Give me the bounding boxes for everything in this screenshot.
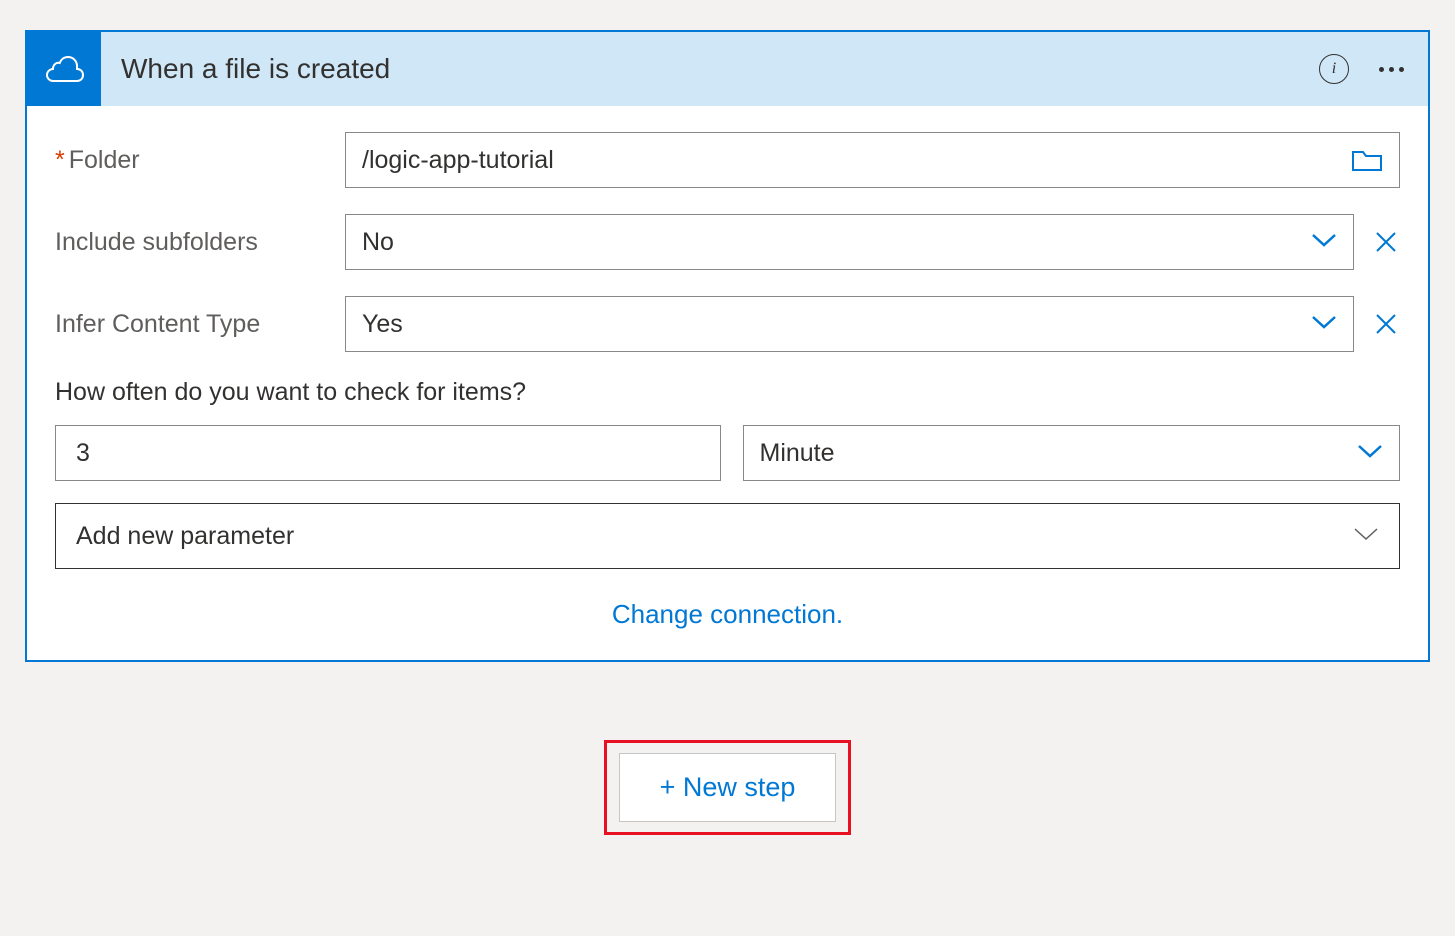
change-connection-link[interactable]: Change connection. [612, 599, 843, 629]
infer-content-type-value: Yes [362, 310, 403, 339]
folder-input[interactable] [362, 146, 1351, 175]
include-subfolders-value: No [362, 228, 394, 257]
polling-label: How often do you want to check for items… [55, 378, 1400, 407]
info-icon[interactable]: i [1319, 54, 1349, 84]
infer-content-type-wrap: Yes [345, 296, 1400, 352]
polling-interval-input[interactable] [55, 425, 721, 481]
infer-content-type-label: Infer Content Type [55, 310, 345, 339]
infer-content-type-select[interactable]: Yes [345, 296, 1354, 352]
onedrive-icon [27, 32, 101, 106]
header-actions: i [1319, 54, 1404, 84]
new-step-highlight: + New step [604, 740, 852, 835]
chevron-down-icon [1353, 526, 1379, 547]
remove-infer-content-type-icon[interactable] [1372, 312, 1400, 336]
include-subfolders-select[interactable]: No [345, 214, 1354, 270]
chevron-down-icon [1357, 443, 1383, 464]
folder-row: *Folder [55, 132, 1400, 188]
new-step-container: + New step [25, 740, 1430, 835]
folder-label: *Folder [55, 146, 345, 175]
include-subfolders-wrap: No [345, 214, 1400, 270]
infer-content-type-row: Infer Content Type Yes [55, 296, 1400, 352]
new-step-button[interactable]: + New step [619, 753, 837, 822]
required-indicator: * [55, 146, 65, 174]
add-parameter-label: Add new parameter [76, 522, 294, 551]
card-header: When a file is created i [27, 32, 1428, 106]
remove-include-subfolders-icon[interactable] [1372, 230, 1400, 254]
chevron-down-icon [1311, 232, 1337, 253]
folder-picker-icon[interactable] [1351, 148, 1383, 172]
more-menu-icon[interactable] [1379, 59, 1404, 80]
folder-input-wrap [345, 132, 1400, 188]
include-subfolders-label: Include subfolders [55, 228, 345, 257]
include-subfolders-row: Include subfolders No [55, 214, 1400, 270]
polling-row: Minute [55, 425, 1400, 481]
add-parameter-select[interactable]: Add new parameter [55, 503, 1400, 569]
change-connection-wrap: Change connection. [55, 599, 1400, 630]
trigger-card: When a file is created i *Folder [25, 30, 1430, 662]
polling-unit-select[interactable]: Minute [743, 425, 1401, 481]
polling-unit-value: Minute [760, 439, 835, 468]
card-title: When a file is created [121, 53, 1319, 85]
card-body: *Folder Include subfolders No [27, 106, 1428, 660]
chevron-down-icon [1311, 314, 1337, 335]
